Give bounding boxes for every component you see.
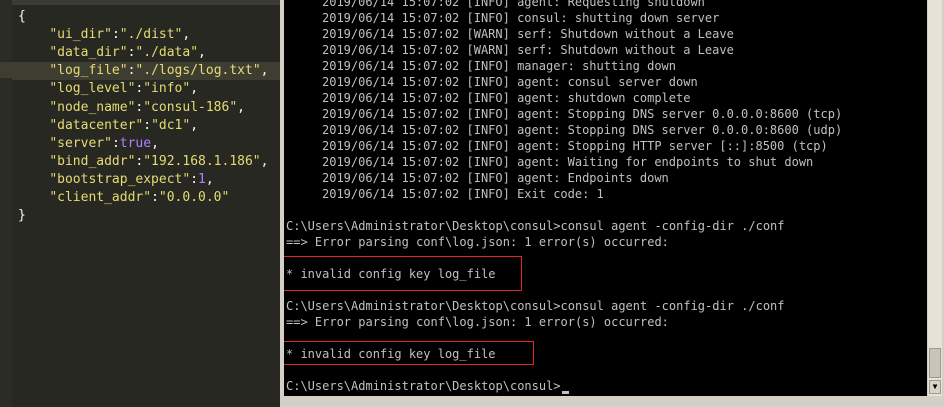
scroll-down-arrow-icon[interactable]: ▼: [929, 380, 941, 394]
text-cursor: [561, 391, 569, 394]
json-colon: :: [190, 171, 199, 187]
json-comma: ,: [237, 99, 245, 115]
json-value: 1: [198, 171, 206, 187]
code-line: "bind_addr":"192.168.1.186",: [18, 153, 268, 171]
json-comma: ,: [190, 117, 199, 133]
code-line: "data_dir":"./data",: [18, 44, 206, 62]
error-detail-1: * invalid config key log_file: [286, 267, 496, 281]
log-line: 2019/06/14 15:07:02 [INFO] agent: consul…: [322, 75, 698, 89]
log-line: 2019/06/14 15:07:02 [INFO] agent: Stoppi…: [322, 123, 843, 137]
log-line: 2019/06/14 15:07:02 [INFO] agent: Stoppi…: [322, 107, 843, 121]
json-value: "0.0.0.0": [158, 190, 230, 205]
code-line: }: [18, 207, 26, 225]
current-line-marker: [0, 62, 12, 78]
json-value: "./dist": [119, 27, 183, 43]
console-output[interactable]: 2019/06/14 15:07:02 [INFO] agent: Reques…: [284, 0, 927, 396]
scrollbar-thumb[interactable]: [929, 348, 941, 378]
prompt-line[interactable]: C:\Users\Administrator\Desktop\consul>: [286, 378, 569, 394]
json-value: true: [119, 135, 152, 151]
vertical-scrollbar[interactable]: ▼: [928, 0, 942, 396]
json-colon: :: [111, 135, 120, 151]
json-key: "ui_dir": [49, 27, 112, 43]
log-line: 2019/06/14 15:07:02 [INFO] consul: shutt…: [322, 11, 720, 25]
code-line: "node_name":"consul-186",: [18, 99, 245, 117]
code-line: "datacenter":"dc1",: [18, 117, 198, 135]
brace-close: }: [18, 208, 26, 224]
json-value: "consul-186": [143, 99, 238, 115]
json-comma: ,: [151, 135, 159, 151]
window-bottom-border: [280, 396, 944, 407]
json-colon: :: [143, 117, 152, 133]
log-line: 2019/06/14 15:07:02 [WARN] serf: Shutdow…: [322, 27, 734, 41]
log-line: 2019/06/14 15:07:02 [INFO] agent: Waitin…: [322, 155, 814, 169]
command-line-1: C:\Users\Administrator\Desktop\consul>co…: [286, 219, 785, 233]
error-line-1: ==> Error parsing conf\log.json: 1 error…: [286, 235, 669, 249]
json-key: "node_name": [49, 99, 136, 115]
json-comma: ,: [182, 27, 191, 43]
code-line: {: [18, 8, 26, 26]
json-comma: ,: [198, 45, 206, 61]
json-colon: :: [111, 27, 120, 43]
log-line: 2019/06/14 15:07:02 [INFO] Exit code: 1: [322, 187, 604, 201]
code-line: "server":true,: [18, 135, 159, 153]
json-comma: ,: [260, 63, 269, 79]
code-line: "log_file":"./logs/log.txt",: [12, 62, 284, 81]
json-key: "bind_addr": [49, 153, 136, 169]
prompt-text: C:\Users\Administrator\Desktop\consul>: [286, 379, 561, 393]
code-line: "client_addr":"0.0.0.0": [18, 189, 229, 207]
log-line: 2019/06/14 15:07:02 [INFO] agent: Endpoi…: [322, 171, 669, 185]
error-detail-2: * invalid config key log_file: [286, 347, 496, 361]
json-key: "datacenter": [49, 117, 144, 133]
json-key: "log_file": [49, 63, 128, 79]
brace-open: {: [18, 9, 26, 24]
json-key: "bootstrap_expect": [49, 171, 191, 187]
log-line: 2019/06/14 15:07:02 [INFO] agent: shutdo…: [322, 91, 691, 105]
error-line-2: ==> Error parsing conf\log.json: 1 error…: [286, 315, 669, 329]
json-value: "./logs/log.txt": [135, 63, 261, 79]
log-line: 2019/06/14 15:07:02 [INFO] manager: shut…: [322, 59, 677, 73]
code-line: "bootstrap_expect":1,: [18, 171, 214, 189]
json-key: "data_dir": [49, 45, 128, 61]
console-window[interactable]: 2019/06/14 15:07:02 [INFO] agent: Reques…: [280, 0, 944, 407]
code-line: "ui_dir":"./dist",: [18, 26, 190, 44]
log-line: 2019/06/14 15:07:02 [WARN] serf: Shutdow…: [322, 43, 734, 57]
code-editor[interactable]: { "ui_dir":"./dist", "data_dir":"./data"…: [0, 0, 284, 407]
json-value: "./data": [135, 45, 199, 61]
log-line: 2019/06/14 15:07:02 [INFO] agent: Reques…: [322, 0, 705, 9]
command-line-2: C:\Users\Administrator\Desktop\consul>co…: [286, 299, 785, 313]
json-comma: ,: [205, 171, 214, 187]
editor-tab-bar: [0, 0, 284, 5]
json-comma: ,: [260, 153, 269, 169]
json-value: "dc1": [151, 117, 191, 133]
json-colon: :: [151, 190, 159, 205]
json-comma: ,: [190, 81, 199, 97]
json-key: "log_level": [49, 81, 136, 97]
json-value: "info": [143, 81, 191, 97]
code-line: "log_level":"info",: [18, 80, 198, 98]
json-value: "192.168.1.186": [143, 153, 261, 169]
json-key: "client_addr": [49, 190, 152, 205]
json-key: "server": [49, 135, 112, 151]
log-line: 2019/06/14 15:07:02 [INFO] agent: Stoppi…: [322, 139, 828, 153]
